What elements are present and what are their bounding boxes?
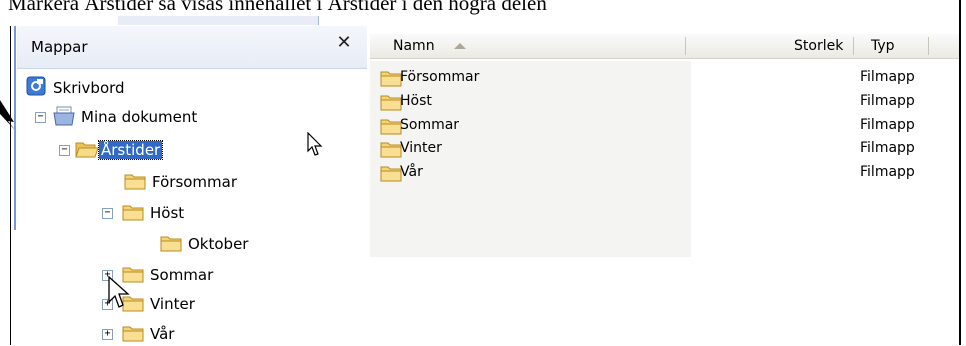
folder-icon: [380, 71, 402, 87]
file-type: Filmapp: [860, 140, 915, 156]
collapse-toggle[interactable]: −: [59, 145, 70, 156]
file-name: Vår: [400, 164, 423, 180]
file-name: Sommar: [400, 117, 460, 133]
frame-border-right: [959, 0, 961, 345]
expand-toggle[interactable]: +: [102, 329, 113, 340]
folder-icon: [380, 166, 402, 182]
folder-icon: [380, 142, 402, 158]
column-header-size[interactable]: Storlek: [794, 38, 843, 54]
file-type: Filmapp: [860, 69, 915, 85]
file-row-var[interactable]: Vår Filmapp: [370, 163, 959, 185]
sort-ascending-icon: [454, 43, 466, 49]
folders-pane: Mappar ✕ Skrivbord − Mina dokument − Års…: [17, 26, 367, 345]
desktop-icon: [26, 76, 46, 96]
tree-item-label: Vår: [150, 325, 175, 343]
folder-icon: [124, 174, 146, 190]
file-type: Filmapp: [860, 93, 915, 109]
mouse-pointer-icon: [108, 275, 130, 308]
file-type: Filmapp: [860, 164, 915, 180]
file-row-vinter[interactable]: Vinter Filmapp: [370, 139, 959, 161]
column-header-bar: Namn Storlek Typ: [370, 34, 959, 59]
tree-item-label: Vinter: [150, 295, 195, 313]
mouse-pointer-icon: [307, 132, 323, 156]
tree-item-label: Sommar: [150, 266, 214, 284]
documents-icon: [53, 106, 75, 126]
column-divider[interactable]: [928, 37, 929, 55]
file-name: Försommar: [400, 69, 480, 85]
collapse-toggle[interactable]: −: [35, 112, 46, 123]
window-tab-edge: [118, 16, 319, 25]
folder-icon: [380, 95, 402, 111]
folder-icon: [122, 326, 144, 342]
column-header-name[interactable]: Namn: [393, 38, 435, 54]
file-name: Vinter: [400, 140, 442, 156]
column-divider[interactable]: [685, 37, 686, 55]
close-folders-pane-button[interactable]: ✕: [333, 32, 355, 54]
tree-item-label: Mina dokument: [81, 108, 198, 126]
pane-accent-line: [14, 26, 16, 230]
file-type: Filmapp: [860, 117, 915, 133]
folders-pane-header: Mappar ✕: [17, 26, 367, 69]
details-pane: Namn Storlek Typ Försommar Filmapp Höst …: [370, 26, 959, 345]
folder-icon: [380, 119, 402, 135]
instruction-caption: Markera Årstider så visas innehållet i Å…: [8, 0, 547, 15]
tree-item-label: Oktober: [188, 235, 249, 253]
file-row-forsommar[interactable]: Försommar Filmapp: [370, 68, 959, 90]
folder-icon: [160, 236, 182, 252]
folders-pane-title: Mappar: [31, 38, 88, 56]
file-name: Höst: [400, 93, 432, 109]
folder-icon: [122, 205, 144, 221]
tree-item-label: Årstider: [97, 140, 164, 160]
frame-border-left: [10, 26, 11, 345]
tree-item-label: Skrivbord: [53, 79, 125, 97]
folder-open-icon: [75, 142, 99, 158]
tree-item-label: Försommar: [152, 173, 238, 191]
column-header-type[interactable]: Typ: [871, 38, 895, 54]
file-row-sommar[interactable]: Sommar Filmapp: [370, 116, 959, 138]
collapse-toggle[interactable]: −: [102, 208, 113, 219]
column-divider[interactable]: [853, 37, 854, 55]
tree-item-label: Höst: [150, 204, 185, 222]
file-row-host[interactable]: Höst Filmapp: [370, 92, 959, 114]
